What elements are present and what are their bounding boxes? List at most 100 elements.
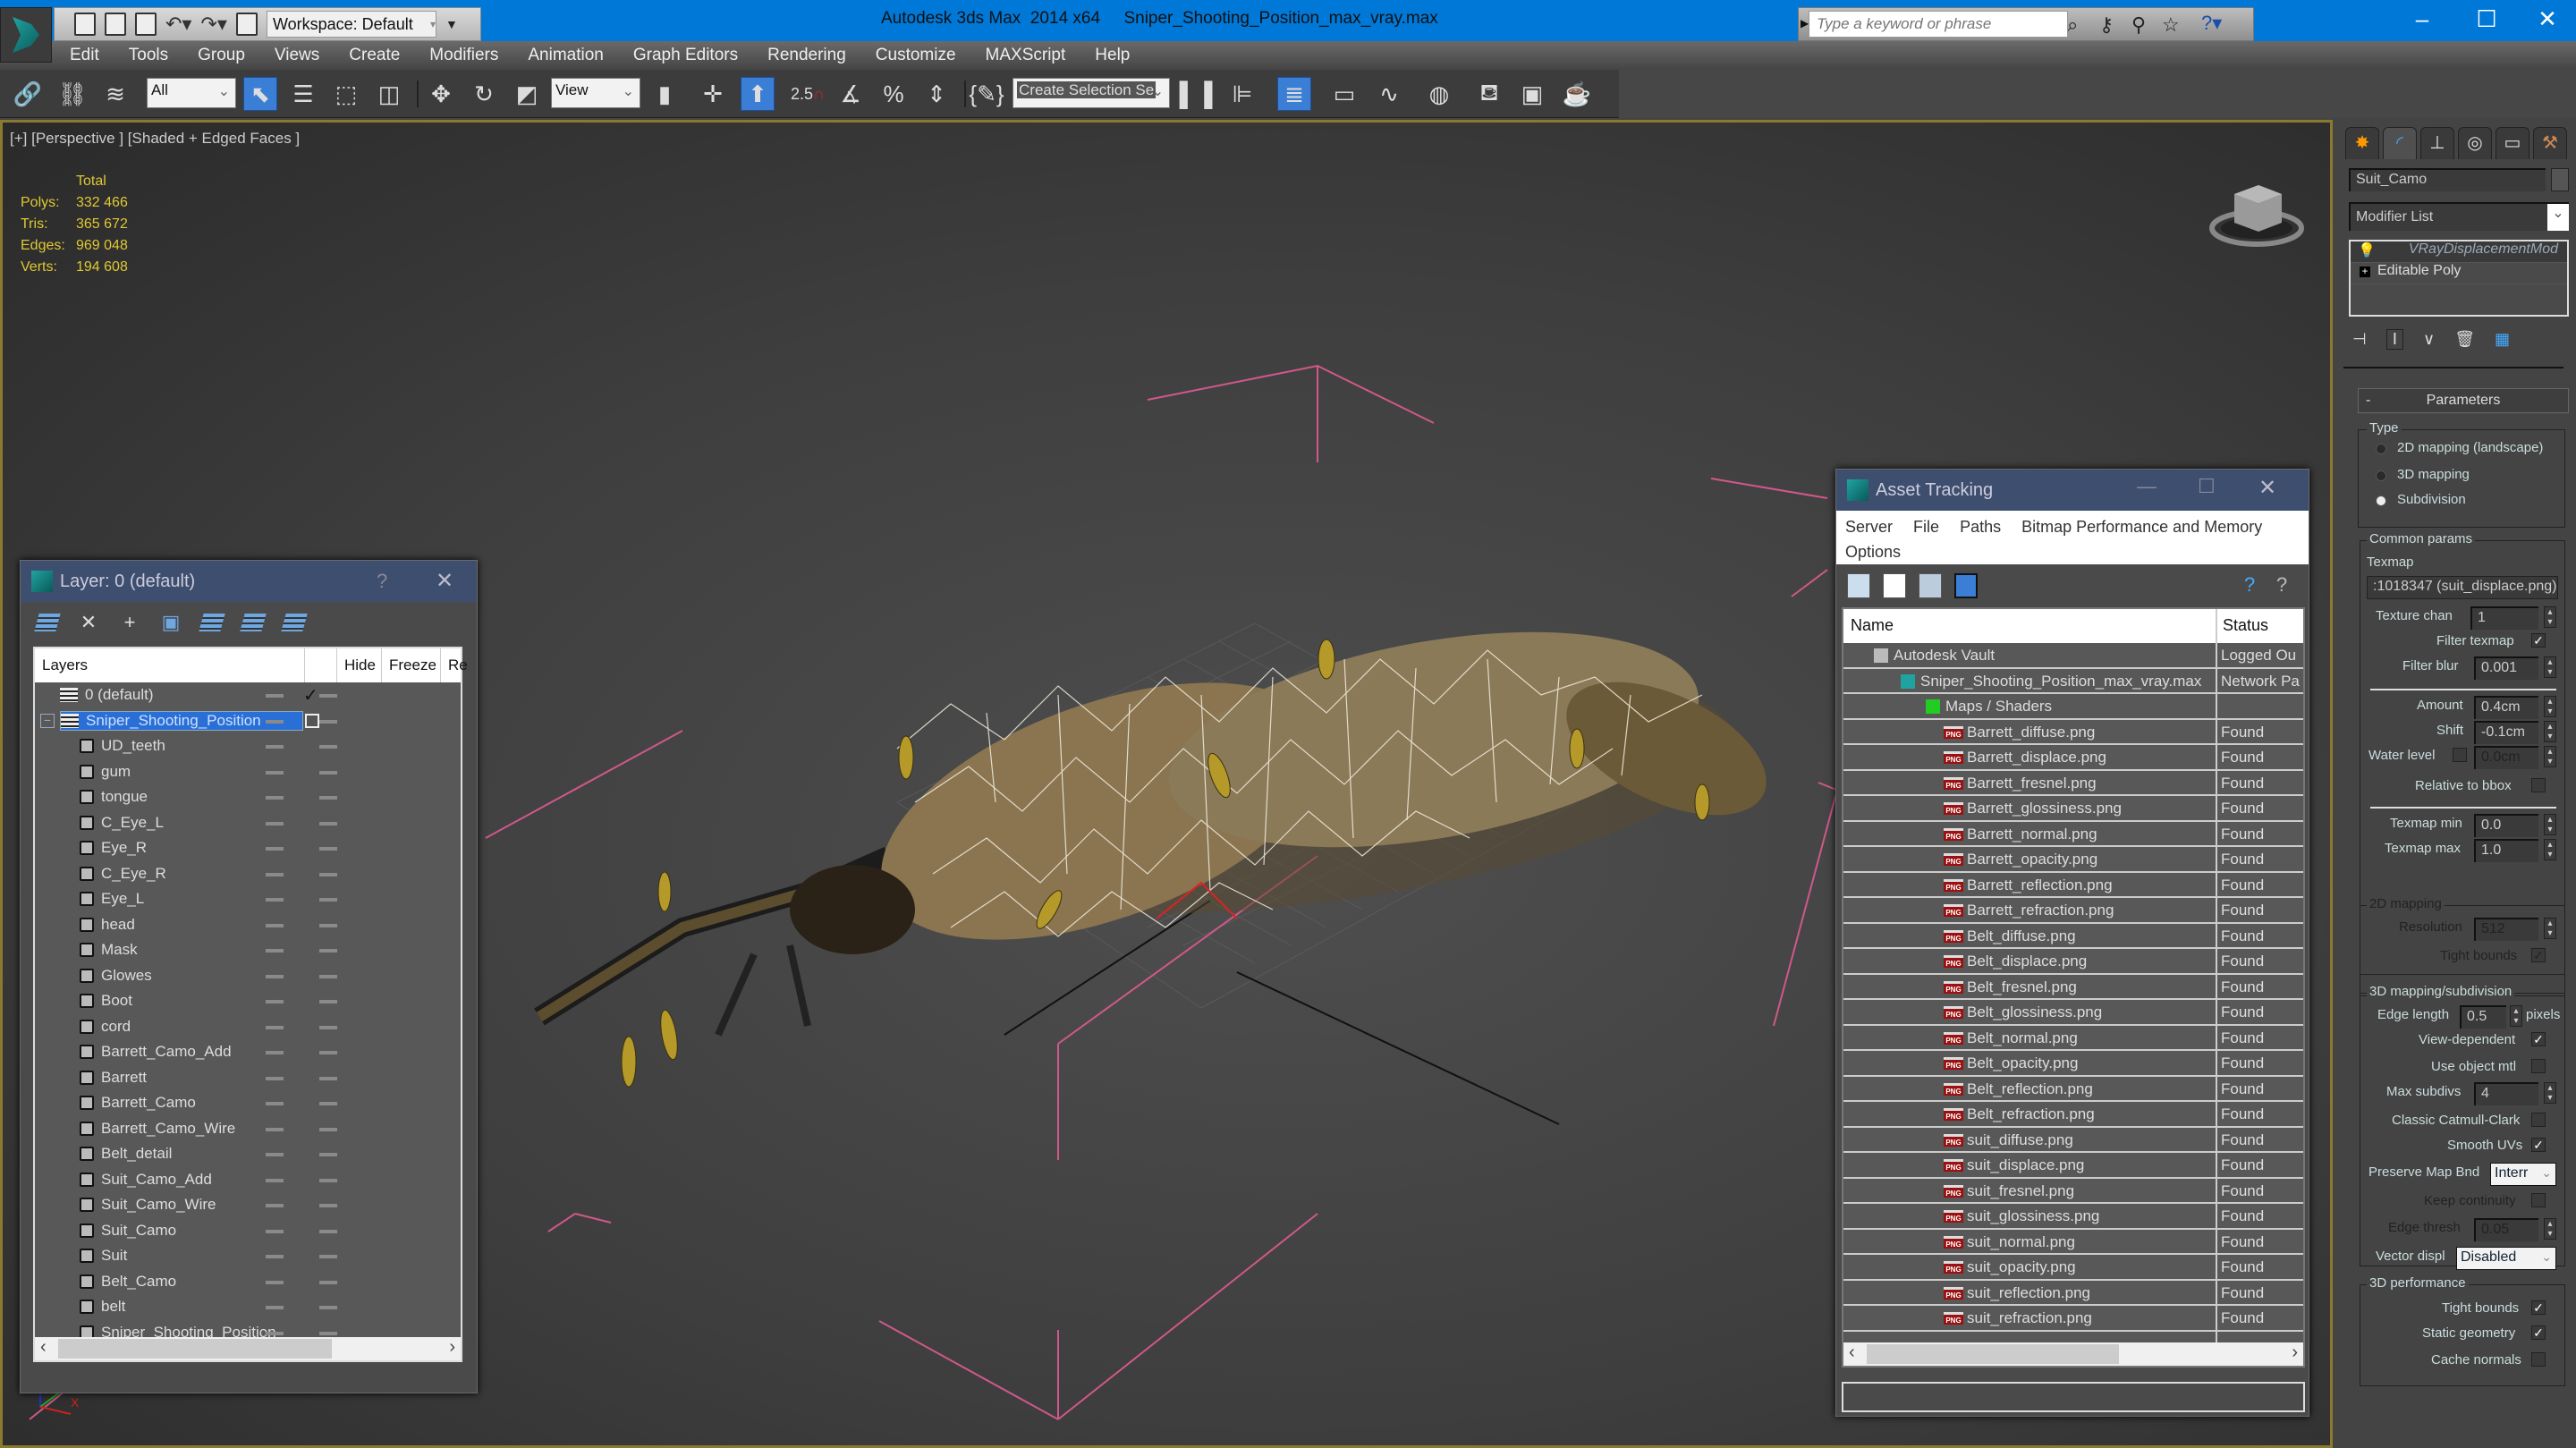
toggle-dash[interactable] — [319, 719, 337, 724]
selection-filter-dropdown[interactable]: All ⌄ — [147, 78, 236, 108]
toggle-dash[interactable] — [266, 1204, 284, 1207]
texmap-min-input[interactable]: 0.0 — [2474, 814, 2538, 837]
static-geometry-checkbox[interactable]: ✓ — [2531, 1325, 2546, 1340]
menu-group[interactable]: Group — [198, 46, 245, 65]
spinner-arrows-icon[interactable]: ▴ ▾ — [2544, 814, 2556, 835]
toggle-dash[interactable] — [266, 1102, 284, 1105]
object-name[interactable]: Eye_L — [80, 890, 144, 908]
toggle-dash[interactable] — [266, 872, 284, 876]
curve-editor-icon[interactable]: ∿ — [1372, 77, 1406, 111]
add-to-layer-icon[interactable]: + — [119, 612, 140, 633]
toggle-dash[interactable] — [319, 898, 337, 902]
menu-customize[interactable]: Customize — [876, 46, 956, 65]
object-row[interactable]: Belt_detail — [35, 1141, 461, 1167]
list-view-icon[interactable] — [1883, 573, 1906, 598]
toggle-dash[interactable] — [319, 1000, 337, 1003]
menu-animation[interactable]: Animation — [528, 46, 604, 65]
asset-file-row[interactable]: PNG Belt_diffuse.png Found — [1843, 923, 2303, 949]
object-name[interactable]: Barrett_Camo_Add — [80, 1043, 232, 1061]
make-unique-icon[interactable]: ∨ — [2423, 330, 2435, 349]
asset-file-row[interactable]: PNG Barrett_reflection.png Found — [1843, 872, 2303, 898]
object-name[interactable]: Barrett_Camo_Wire — [80, 1120, 235, 1138]
toggle-ribbon-icon[interactable]: ▭ — [1327, 77, 1361, 111]
asset-file-row[interactable]: PNG Belt_opacity.png Found — [1843, 1051, 2303, 1077]
object-name[interactable]: Suit — [80, 1247, 127, 1265]
menu-modifiers[interactable]: Modifiers — [429, 46, 498, 65]
toggle-dash[interactable] — [266, 694, 284, 698]
toggle-dash[interactable] — [319, 923, 337, 927]
amount-input[interactable]: 0.4cm — [2474, 696, 2538, 719]
toggle-dash[interactable] — [266, 745, 284, 749]
texmap-max-input[interactable]: 1.0 — [2474, 839, 2538, 862]
satellite-icon[interactable]: ⚲ — [2131, 13, 2146, 37]
object-name-input[interactable]: Suit_Camo — [2349, 168, 2546, 191]
window-crossing-icon[interactable]: ◫ — [372, 77, 406, 111]
toggle-dash[interactable] — [319, 1280, 337, 1284]
scroll-right-icon[interactable]: › — [449, 1337, 455, 1358]
project-folder-icon[interactable] — [235, 13, 258, 36]
toggle-dash[interactable] — [266, 974, 284, 978]
object-row[interactable]: Glowes — [35, 963, 461, 989]
object-row[interactable]: Mask — [35, 937, 461, 963]
current-layer-checkbox[interactable] — [305, 713, 319, 728]
spinner-arrows-icon[interactable]: ▴ ▾ — [2510, 1005, 2522, 1027]
edge-length-input[interactable]: 0.5 — [2460, 1005, 2506, 1029]
hierarchy-tab-icon[interactable]: ⊥ — [2420, 127, 2454, 159]
toggle-dash[interactable] — [266, 923, 284, 927]
maximize-button[interactable]: ☐ — [2198, 475, 2216, 498]
toggle-dash[interactable] — [319, 745, 337, 749]
toggle-dash[interactable] — [266, 719, 284, 724]
toggle-dash[interactable] — [266, 1178, 284, 1182]
object-row[interactable]: Suit_Camo_Wire — [35, 1192, 461, 1218]
object-name[interactable]: Barrett — [80, 1069, 147, 1087]
highlight-layer-icon[interactable] — [240, 614, 267, 631]
object-name[interactable]: Glowes — [80, 967, 152, 985]
help-disabled-icon[interactable]: ? — [2276, 573, 2300, 598]
asset-file-row[interactable]: PNG suit_reflection.png Found — [1843, 1280, 2303, 1306]
asset-file-row[interactable]: PNG suit_normal.png Found — [1843, 1229, 2303, 1255]
column-header-freeze[interactable]: Freeze — [382, 648, 441, 682]
keyboard-shortcut-override-icon[interactable]: ⬆ — [741, 77, 775, 111]
rectangular-selection-icon[interactable]: ⬚ — [329, 77, 363, 111]
object-name[interactable]: belt — [80, 1298, 125, 1316]
select-by-name-icon[interactable]: ☰ — [286, 77, 320, 111]
rendered-frame-window-icon[interactable]: ▣ — [1515, 77, 1549, 111]
object-row[interactable]: C_Eye_L — [35, 810, 461, 836]
render-setup-icon[interactable]: ⛾ — [1472, 77, 1506, 111]
key-icon[interactable]: ⚷ — [2099, 13, 2114, 37]
asset-file-row[interactable]: PNG Barrett_normal.png Found — [1843, 821, 2303, 847]
toggle-dash[interactable] — [319, 770, 337, 775]
toggle-dash[interactable] — [266, 1076, 284, 1080]
unlink-icon[interactable]: ⛓ — [55, 77, 89, 111]
column-header-render[interactable]: Re — [441, 648, 468, 682]
column-header-status[interactable]: Status — [2223, 616, 2268, 635]
asset-file-row[interactable]: PNG Barrett_displace.png Found — [1843, 745, 2303, 771]
bind-space-warp-icon[interactable]: ≋ — [98, 77, 132, 111]
expand-icon[interactable]: + — [2360, 266, 2370, 277]
scale-icon[interactable]: ◩ — [510, 77, 544, 111]
object-row[interactable]: C_Eye_R — [35, 861, 461, 887]
water-level-input[interactable]: 0.0cm — [2474, 746, 2538, 769]
spinner-arrows-icon[interactable]: ▴ ▾ — [2544, 746, 2556, 767]
asset-row[interactable]: Autodesk Vault Logged Ou — [1843, 643, 2303, 669]
toggle-dash[interactable] — [319, 1102, 337, 1105]
help-icon[interactable]: ?▾ — [2201, 12, 2222, 35]
toggle-dash[interactable] — [266, 847, 284, 851]
asset-file-row[interactable]: PNG Belt_glossiness.png Found — [1843, 1000, 2303, 1026]
view-dependent-checkbox[interactable]: ✓ — [2531, 1032, 2546, 1046]
move-icon[interactable]: ✥ — [424, 77, 458, 111]
material-editor-icon[interactable]: ◍ — [1422, 77, 1456, 111]
configure-modifier-sets-icon[interactable]: ▦ — [2495, 330, 2510, 349]
binoculars-icon[interactable]: ⌕ — [2067, 13, 2078, 37]
modifier-stack-item[interactable]: 💡 VRayDisplacementMod — [2351, 241, 2567, 263]
select-manipulate-icon[interactable]: ✛ — [696, 77, 730, 111]
menu-edit[interactable]: Edit — [70, 46, 99, 65]
workspace-dropdown[interactable]: Workspace: Default ▾ — [266, 11, 436, 38]
create-layer-icon[interactable] — [34, 614, 61, 631]
texture-chan-input[interactable]: 1 — [2470, 606, 2538, 630]
menu-options[interactable]: Options — [1845, 543, 1901, 561]
asset-file-row[interactable]: PNG Belt_fresnel.png Found — [1843, 974, 2303, 1000]
catmull-clark-checkbox[interactable] — [2531, 1113, 2546, 1127]
asset-file-row[interactable]: PNG suit_diffuse.png Found — [1843, 1127, 2303, 1153]
use-object-mtl-checkbox[interactable] — [2531, 1059, 2546, 1073]
